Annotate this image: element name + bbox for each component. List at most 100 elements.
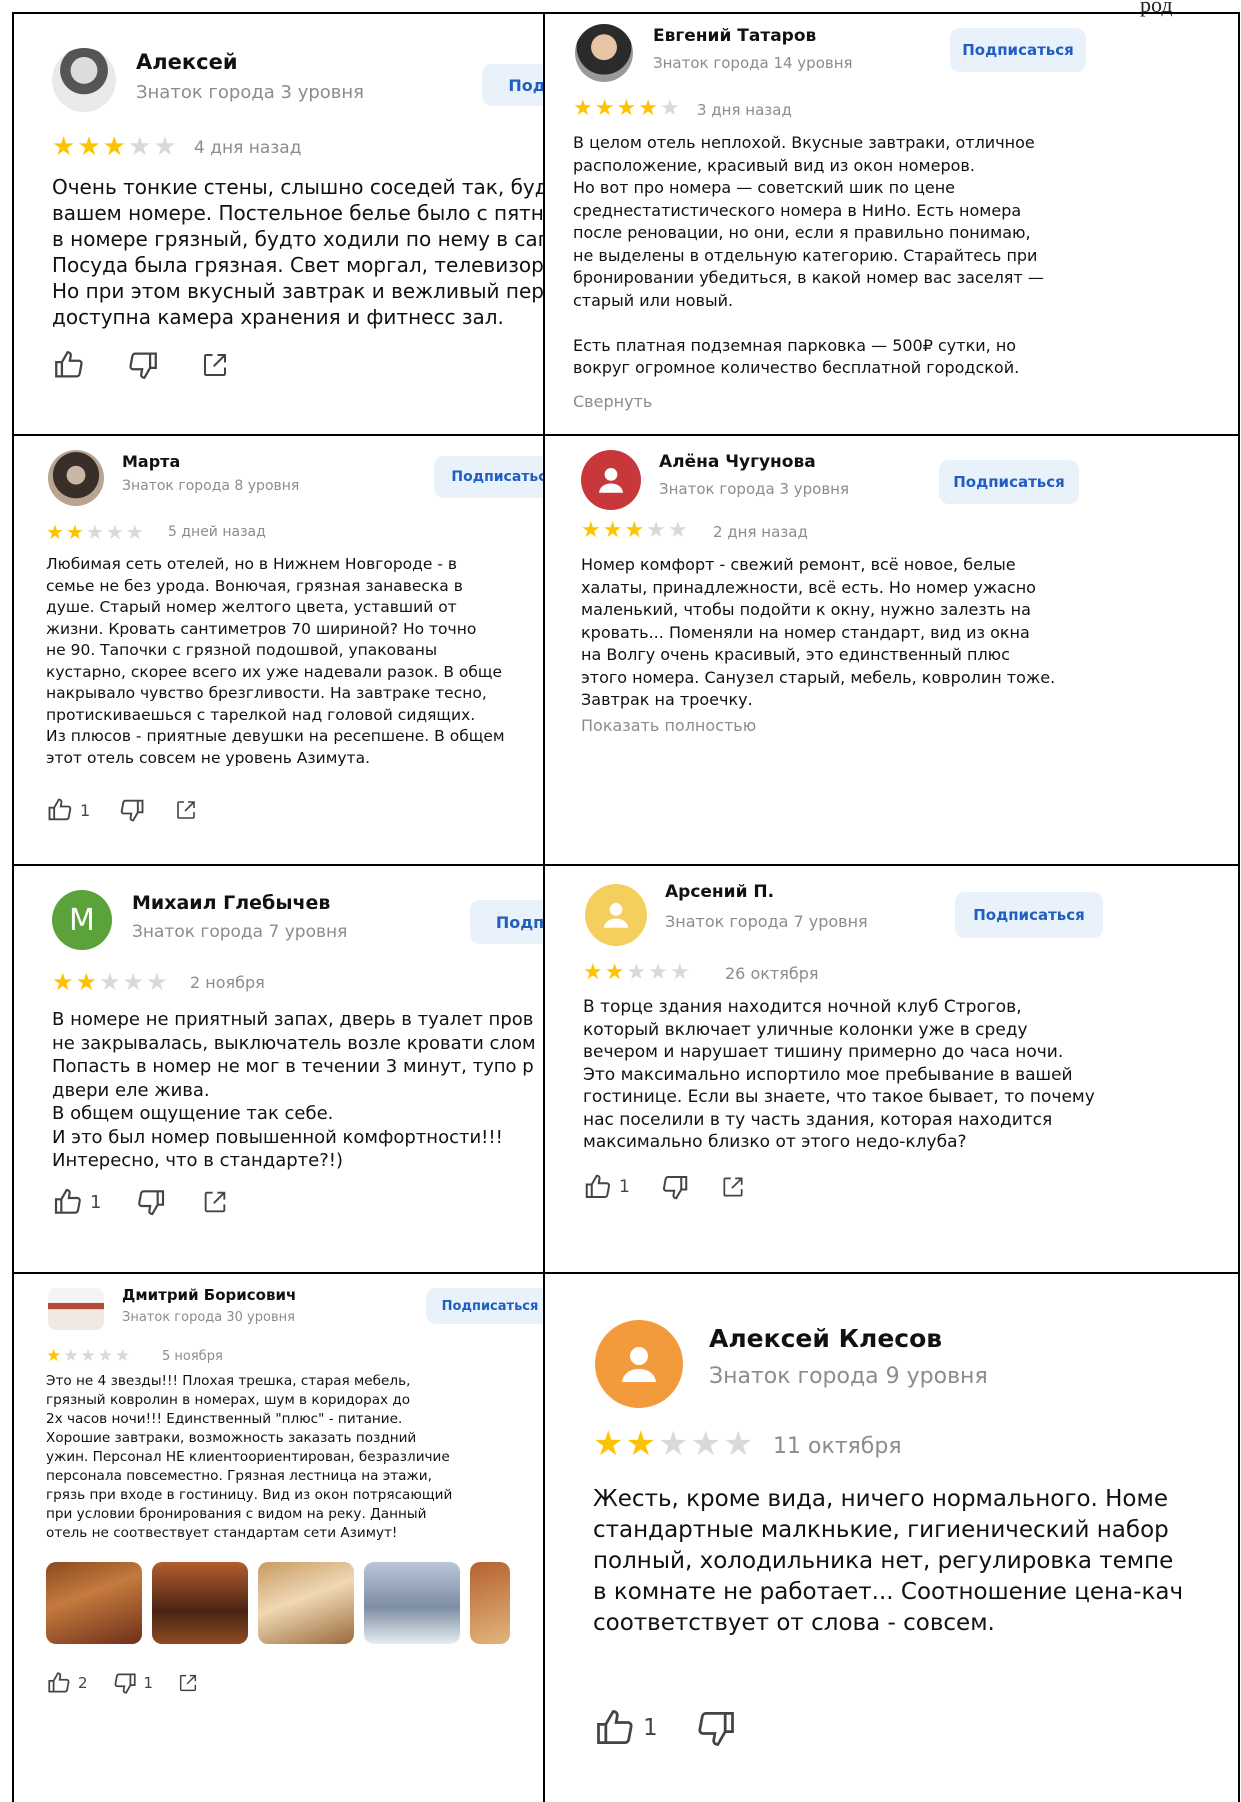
- reviewer-name[interactable]: Дмитрий Борисович: [122, 1286, 296, 1304]
- share-icon: [205, 1191, 226, 1213]
- like-button[interactable]: 2: [46, 1670, 88, 1696]
- reviewer-level: Знаток города 7 уровня: [665, 912, 868, 931]
- review-date: 5 дней назад: [168, 524, 266, 540]
- reviewer-name[interactable]: Марта: [122, 452, 180, 471]
- avatar[interactable]: [585, 884, 647, 946]
- star-empty-icon: ★: [669, 960, 690, 985]
- reviewer-name[interactable]: Алёна Чугунова: [659, 452, 816, 472]
- review-date: 5 ноября: [162, 1349, 223, 1364]
- subscribe-button[interactable]: Подписаться: [939, 460, 1079, 504]
- like-count: 1: [90, 1191, 102, 1213]
- reviewer-name[interactable]: Евгений Татаров: [653, 26, 816, 46]
- dislike-button[interactable]: [660, 1172, 690, 1202]
- grid-border-right: [1238, 12, 1240, 1802]
- like-count: 1: [619, 1177, 630, 1197]
- review-card: Евгений Татаров Знаток города 14 уровня …: [545, 14, 1238, 434]
- avatar[interactable]: [581, 450, 641, 510]
- star-filled-icon: ★: [602, 518, 623, 543]
- thumbs-up-icon: [55, 351, 83, 378]
- review-card: Алексей Клесов Знаток города 9 уровня ★ ★…: [545, 1274, 1238, 1802]
- star-empty-icon: ★: [85, 520, 104, 544]
- share-button[interactable]: [177, 1672, 199, 1694]
- review-photos: [46, 1562, 510, 1644]
- share-button[interactable]: [174, 798, 198, 822]
- star-empty-icon: ★: [125, 520, 144, 544]
- avatar[interactable]: [595, 1320, 683, 1408]
- thumbs-down-icon: [120, 799, 144, 822]
- star-empty-icon: ★: [105, 520, 124, 544]
- review-text: Это не 4 звезды!!! Плохая трешка, старая…: [46, 1373, 453, 1541]
- dislike-button[interactable]: [118, 796, 146, 824]
- reviewer-name[interactable]: Алексей Клесов: [709, 1324, 942, 1353]
- subscribe-button[interactable]: Подписаться: [955, 892, 1103, 938]
- star-empty-icon: ★: [99, 968, 121, 996]
- share-button[interactable]: [720, 1174, 746, 1200]
- like-button[interactable]: 1: [583, 1172, 630, 1202]
- avatar[interactable]: [48, 450, 104, 506]
- review-photo[interactable]: [46, 1562, 142, 1644]
- star-empty-icon: ★: [115, 1346, 131, 1366]
- star-filled-icon: ★: [583, 960, 603, 985]
- star-empty-icon: ★: [626, 960, 647, 985]
- star-empty-icon: ★: [659, 96, 680, 121]
- reviewer-level: Знаток города 30 уровня: [122, 1310, 295, 1325]
- rating-stars: ★ ★ ★ ★ ★: [583, 960, 690, 985]
- review-photo[interactable]: [152, 1562, 248, 1644]
- review-text: Номер комфорт - свежий ремонт, всё новое…: [581, 555, 1056, 709]
- share-button[interactable]: [201, 1188, 229, 1216]
- subscribe-button[interactable]: Подписатьс: [434, 456, 543, 498]
- rating-stars: ★ ★ ★ ★ ★: [593, 1424, 753, 1464]
- dislike-button[interactable]: [135, 1186, 167, 1218]
- reviewer-name[interactable]: Михаил Глебычев: [132, 892, 330, 914]
- star-empty-icon: ★: [122, 968, 145, 996]
- dislike-button[interactable]: [126, 348, 160, 382]
- avatar[interactable]: [48, 1288, 104, 1330]
- subscribe-button[interactable]: Подписаться: [950, 28, 1086, 72]
- reviewer-level: Знаток города 9 уровня: [709, 1364, 988, 1389]
- review-photo[interactable]: [364, 1562, 460, 1644]
- star-filled-icon: ★: [624, 518, 645, 543]
- review-card: М Михаил Глебычев Знаток города 7 уровня…: [14, 866, 543, 1272]
- like-button[interactable]: [52, 348, 86, 382]
- thumbs-up-icon: [585, 1174, 611, 1198]
- thumbs-down-icon: [129, 352, 157, 379]
- person-icon: [598, 467, 624, 493]
- reviewer-level: Знаток города 7 уровня: [132, 922, 348, 942]
- review-date: 3 дня назад: [697, 101, 792, 119]
- share-icon: [177, 801, 195, 819]
- star-filled-icon: ★: [46, 1346, 62, 1366]
- review-photo[interactable]: [258, 1562, 354, 1644]
- subscribe-button[interactable]: Под: [482, 64, 543, 106]
- star-filled-icon: ★: [52, 132, 76, 162]
- review-text: В номере не приятный запах, дверь в туал…: [52, 1009, 536, 1171]
- collapse-link[interactable]: Свернуть: [573, 392, 652, 411]
- dislike-button[interactable]: 1: [112, 1670, 153, 1696]
- star-filled-icon: ★: [75, 968, 98, 996]
- rating-stars: ★ ★ ★ ★ ★: [52, 968, 168, 996]
- star-filled-icon: ★: [638, 96, 658, 121]
- star-filled-icon: ★: [52, 968, 74, 996]
- avatar[interactable]: [52, 48, 116, 112]
- like-button[interactable]: 1: [593, 1706, 658, 1750]
- review-photo[interactable]: [470, 1562, 510, 1644]
- review-date: 26 октября: [725, 964, 819, 983]
- like-button[interactable]: 1: [46, 796, 90, 824]
- review-actions: 1: [593, 1706, 738, 1750]
- show-full-link[interactable]: Показать полностью: [581, 716, 756, 735]
- dislike-button[interactable]: [694, 1706, 738, 1750]
- avatar[interactable]: М: [52, 890, 112, 950]
- reviewer-name[interactable]: Алексей: [136, 50, 238, 74]
- review-date: 2 дня назад: [713, 523, 808, 541]
- star-filled-icon: ★: [581, 518, 601, 543]
- rating-stars: ★ ★ ★ ★ ★: [52, 132, 177, 162]
- reviewer-name[interactable]: Арсений П.: [665, 882, 774, 902]
- subscribe-button[interactable]: Подп: [470, 900, 543, 944]
- share-button[interactable]: [200, 350, 230, 380]
- like-button[interactable]: 1: [52, 1186, 101, 1218]
- avatar[interactable]: [575, 24, 633, 82]
- like-count: 2: [78, 1674, 88, 1692]
- subscribe-button[interactable]: Подписаться: [426, 1288, 543, 1324]
- review-date: 2 ноября: [190, 973, 265, 992]
- star-empty-icon: ★: [690, 1424, 721, 1464]
- rating-stars: ★ ★ ★ ★ ★: [46, 520, 144, 544]
